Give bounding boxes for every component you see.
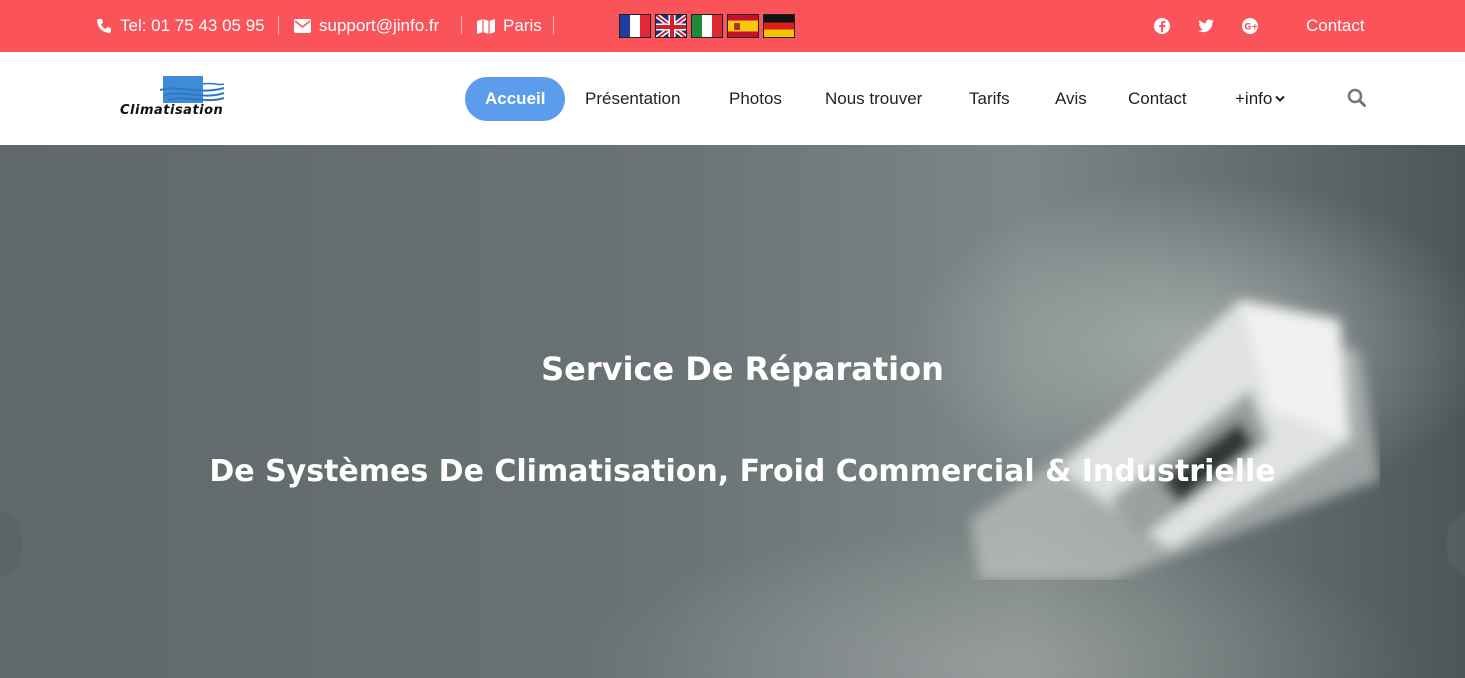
svg-text:G+: G+ <box>1244 23 1258 33</box>
it-flag-icon[interactable] <box>691 14 723 38</box>
phone-text: Tel: 01 75 43 05 95 <box>120 16 265 35</box>
main-header: Climatisation Accueil Présentation Photo… <box>0 52 1465 145</box>
nav-accueil[interactable]: Accueil <box>465 77 566 121</box>
nav-photos[interactable]: Photos <box>709 77 802 121</box>
google-plus-icon[interactable]: G+ <box>1241 17 1259 35</box>
nav-avis[interactable]: Avis <box>1035 77 1107 121</box>
nav-nous-trouver[interactable]: Nous trouver <box>805 77 942 121</box>
hero-title: Service De Réparation <box>541 350 944 388</box>
hero-slider: Service De Réparation De Systèmes De Cli… <box>0 145 1465 678</box>
city-link[interactable]: Paris <box>477 0 542 52</box>
air-conditioner-image <box>970 300 1380 580</box>
topbar-contact-link[interactable]: Contact <box>1306 0 1365 52</box>
search-icon[interactable] <box>1347 88 1366 107</box>
divider <box>461 16 462 34</box>
nav-more-info-label: +info <box>1235 89 1273 108</box>
email-text: support@jinfo.fr <box>319 16 440 35</box>
chevron-down-icon <box>1275 95 1286 102</box>
envelope-icon <box>294 19 311 33</box>
nav-more-info[interactable]: +info <box>1215 77 1291 121</box>
de-flag-icon[interactable] <box>763 14 795 38</box>
phone-link[interactable]: Tel: 01 75 43 05 95 <box>96 0 265 52</box>
nav-presentation[interactable]: Présentation <box>565 77 700 121</box>
facebook-icon[interactable] <box>1153 17 1171 35</box>
nav-contact[interactable]: Contact <box>1108 77 1207 121</box>
hero-subtitle: De Systèmes De Climatisation, Froid Comm… <box>209 454 1276 489</box>
fr-flag-icon[interactable] <box>619 14 651 38</box>
phone-icon <box>97 19 111 33</box>
site-logo[interactable]: Climatisation <box>120 76 252 121</box>
language-flags <box>619 14 795 38</box>
email-link[interactable]: support@jinfo.fr <box>294 0 439 52</box>
twitter-icon[interactable] <box>1197 17 1215 35</box>
divider <box>278 16 279 34</box>
uk-flag-icon[interactable] <box>655 14 687 38</box>
logo-waves-icon <box>159 76 225 103</box>
logo-text: Climatisation <box>120 103 224 118</box>
nav-tarifs[interactable]: Tarifs <box>949 77 1030 121</box>
city-text: Paris <box>503 16 542 35</box>
divider <box>553 16 554 34</box>
es-flag-icon[interactable] <box>727 14 759 38</box>
map-icon <box>477 18 495 34</box>
top-bar: Tel: 01 75 43 05 95 support@jinfo.fr Par… <box>0 0 1465 52</box>
